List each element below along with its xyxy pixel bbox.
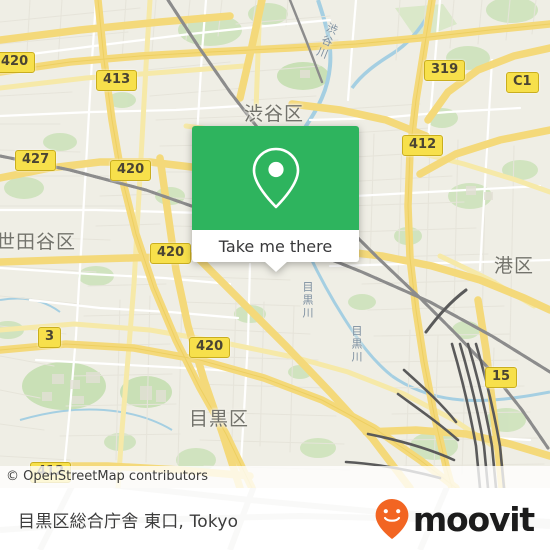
road-shield-420-d[interactable]: 420 bbox=[189, 337, 231, 358]
popup-pointer-tail bbox=[263, 261, 288, 272]
road-shield-420-c[interactable]: 420 bbox=[150, 243, 192, 264]
popup-footer[interactable]: Take me there bbox=[192, 230, 359, 272]
footer-bar: 目黒区総合庁舎 東口, Tokyo moovit bbox=[0, 488, 550, 550]
road-shield-420-b[interactable]: 420 bbox=[110, 160, 152, 181]
road-shield-3[interactable]: 3 bbox=[38, 327, 62, 348]
road-shield-319[interactable]: 319 bbox=[424, 60, 466, 81]
moovit-logo[interactable]: moovit bbox=[374, 498, 535, 540]
road-shield-412-a[interactable]: 412 bbox=[402, 135, 444, 156]
place-title: 目黒区総合庁舎 東口, Tokyo bbox=[18, 511, 239, 532]
popup-header bbox=[192, 126, 359, 230]
take-me-there-popup[interactable]: Take me there bbox=[192, 126, 359, 272]
map-attribution[interactable]: © OpenStreetMap contributors bbox=[0, 466, 550, 488]
moovit-wordmark: moovit bbox=[412, 499, 535, 539]
road-shield-c1[interactable]: C1 bbox=[506, 72, 539, 93]
map-pin-icon bbox=[252, 147, 299, 209]
road-shield-420-a[interactable]: 420 bbox=[0, 52, 36, 73]
moovit-smile-pin-icon bbox=[375, 499, 409, 539]
road-shield-427[interactable]: 427 bbox=[15, 150, 57, 171]
road-shield-413[interactable]: 413 bbox=[96, 70, 138, 91]
map-preview-card: .wtr { stroke:#a5cfe2; fill:none; } .wfi… bbox=[0, 0, 550, 550]
take-me-there-label: Take me there bbox=[218, 236, 333, 256]
road-shield-15[interactable]: 15 bbox=[485, 367, 518, 388]
